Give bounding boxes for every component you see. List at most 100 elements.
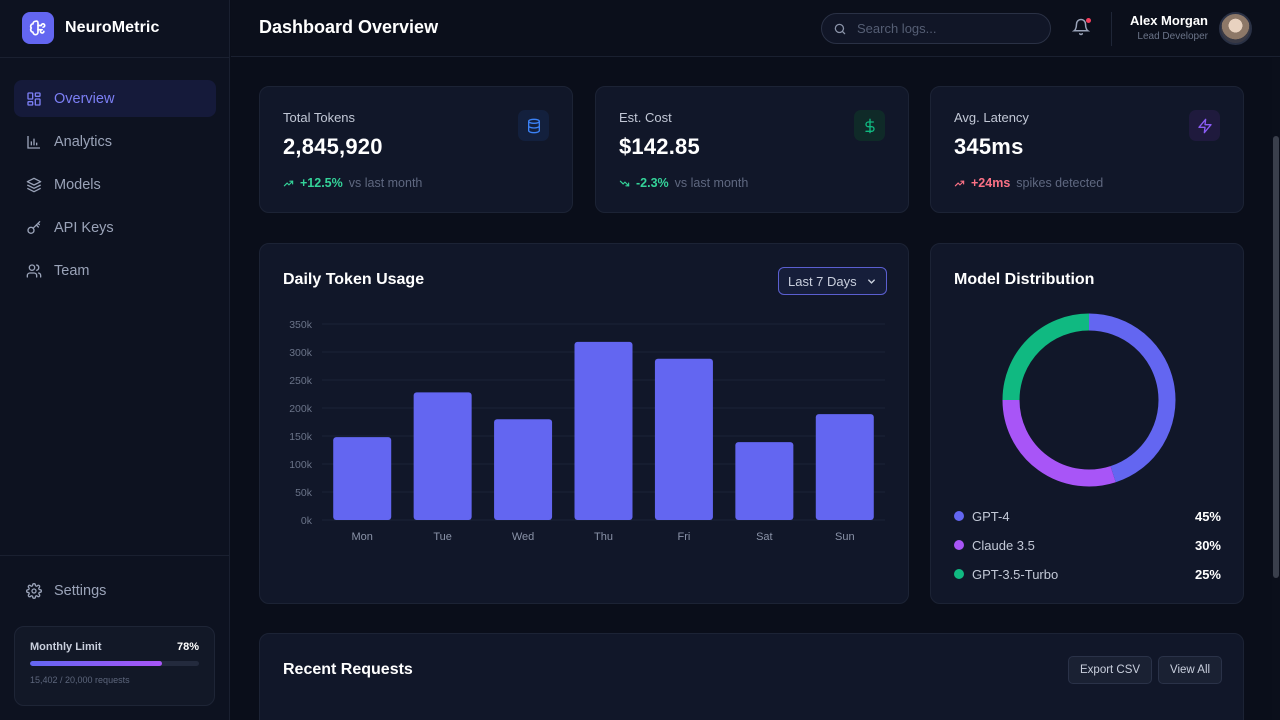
x-tick-label: Mon xyxy=(352,531,373,543)
divider xyxy=(0,57,230,58)
user-name: Alex Morgan xyxy=(1129,13,1208,28)
y-tick-label: 350k xyxy=(289,319,313,331)
sidebar: NeuroMetric Overview Analytics Models AP… xyxy=(0,0,230,720)
legend-label: GPT-3.5-Turbo xyxy=(972,566,1059,582)
trend-value: -2.3% xyxy=(636,176,669,190)
key-icon xyxy=(26,220,42,236)
sidebar-item-team[interactable]: Team xyxy=(14,252,216,289)
donut-slice-claude-3-5[interactable] xyxy=(1002,399,1116,487)
legend-dot xyxy=(954,569,964,579)
sidebar-item-analytics[interactable]: Analytics xyxy=(14,123,216,160)
legend-dot xyxy=(954,540,964,550)
x-tick-label: Tue xyxy=(433,531,452,543)
stat-trend: +12.5% vs last month xyxy=(283,176,422,190)
x-tick-label: Sun xyxy=(835,531,855,543)
database-icon xyxy=(518,110,549,141)
export-csv-button[interactable]: Export CSV xyxy=(1068,656,1153,684)
view-all-button[interactable]: View All xyxy=(1158,656,1223,684)
stat-label: Avg. Latency xyxy=(954,110,1029,125)
avatar[interactable] xyxy=(1219,12,1252,45)
grid-icon xyxy=(26,91,42,107)
trend-up-icon xyxy=(954,178,965,189)
stat-label: Est. Cost xyxy=(619,110,672,125)
bar-chart-icon xyxy=(26,134,42,150)
stat-card-avg-latency: Avg. Latency 345ms +24ms spikes detected xyxy=(930,86,1244,213)
x-tick-label: Thu xyxy=(594,531,613,543)
daily-token-usage-card: Daily Token Usage Last 7 Days 0k 50k 100k 1… xyxy=(259,243,909,604)
y-tick-label: 100k xyxy=(289,459,313,471)
legend-label: Claude 3.5 xyxy=(972,537,1035,553)
scrollbar-thumb[interactable] xyxy=(1273,136,1279,578)
top-header: Dashboard Overview Alex Morgan Lead Deve… xyxy=(231,0,1280,57)
trend-value: +12.5% xyxy=(300,176,343,190)
bar-sat[interactable] xyxy=(735,442,794,520)
legend-value: 45% xyxy=(1194,508,1221,524)
stat-trend: -2.3% vs last month xyxy=(619,176,748,190)
stat-trend: +24ms spikes detected xyxy=(954,176,1103,190)
bar-wed[interactable] xyxy=(494,419,553,520)
search-box[interactable] xyxy=(821,13,1051,44)
user-info[interactable]: Alex Morgan Lead Developer xyxy=(1130,13,1208,42)
trend-note: vs last month xyxy=(348,176,423,190)
y-tick-label: 250k xyxy=(289,375,313,387)
x-tick-label: Fri xyxy=(678,531,691,543)
stat-label: Total Tokens xyxy=(283,110,356,125)
sidebar-item-models[interactable]: Models xyxy=(14,166,216,203)
bar-sun[interactable] xyxy=(815,414,874,520)
monthly-limit-usage: 15,402 / 20,000 requests xyxy=(30,675,130,685)
stat-card-est-cost: Est. Cost $142.85 -2.3% vs last month xyxy=(595,86,909,213)
zap-icon xyxy=(1189,110,1220,141)
section-title: Recent Requests xyxy=(283,661,413,678)
bar-mon[interactable] xyxy=(333,437,392,520)
search-input[interactable] xyxy=(857,21,1037,36)
y-tick-label: 300k xyxy=(289,347,313,359)
trend-up-icon xyxy=(283,178,294,189)
sidebar-item-label: API Keys xyxy=(54,219,114,236)
monthly-limit-progress xyxy=(30,661,199,666)
sidebar-item-label: Analytics xyxy=(54,133,113,150)
search-icon xyxy=(833,22,847,36)
stat-card-total-tokens: Total Tokens 2,845,920 +12.5% vs last mo… xyxy=(259,86,573,213)
divider xyxy=(1111,12,1112,46)
user-role: Lead Developer xyxy=(1137,31,1208,42)
trend-down-icon xyxy=(619,178,630,189)
legend-item-claude-3-5: Claude 3.5 30% xyxy=(954,535,1221,555)
bar-tue[interactable] xyxy=(413,392,472,520)
model-distribution-card: Model Distribution GPT-4 45% Claude 3.5 30%… xyxy=(930,243,1244,604)
monthly-limit-percent: 78% xyxy=(176,641,199,653)
brand[interactable]: NeuroMetric xyxy=(22,12,159,44)
settings-label: Settings xyxy=(54,582,107,599)
x-tick-label: Wed xyxy=(512,531,534,543)
brain-logo-icon xyxy=(22,12,54,44)
trend-note: vs last month xyxy=(674,176,749,190)
monthly-limit-label: Monthly Limit xyxy=(30,641,102,653)
sidebar-item-label: Overview xyxy=(54,90,115,107)
layers-icon xyxy=(26,177,42,193)
bar-thu[interactable] xyxy=(574,341,633,520)
trend-value: +24ms xyxy=(971,176,1011,190)
sidebar-item-label: Team xyxy=(54,262,90,279)
x-tick-label: Sat xyxy=(756,531,773,543)
sidebar-nav: Overview Analytics Models API Keys Team xyxy=(14,80,216,295)
legend-label: GPT-4 xyxy=(972,508,1010,524)
dollar-icon xyxy=(854,110,885,141)
bar-fri[interactable] xyxy=(654,358,713,520)
notifications-button[interactable] xyxy=(1072,18,1092,38)
monthly-limit-progress-fill xyxy=(30,661,162,666)
sidebar-item-api-keys[interactable]: API Keys xyxy=(14,209,216,246)
stat-value: 2,845,920 xyxy=(283,134,383,159)
gear-icon xyxy=(26,582,42,599)
stat-value: $142.85 xyxy=(619,134,700,159)
legend-dot xyxy=(954,511,964,521)
donut-slice-gpt-3-5-turbo[interactable] xyxy=(1002,313,1090,401)
sidebar-item-settings[interactable]: Settings xyxy=(14,572,216,609)
y-tick-label: 200k xyxy=(289,403,313,415)
sidebar-item-overview[interactable]: Overview xyxy=(14,80,216,117)
donut-slice-gpt-4[interactable] xyxy=(1088,313,1176,483)
y-tick-label: 150k xyxy=(289,431,313,443)
y-tick-label: 0k xyxy=(301,515,313,527)
stat-value: 345ms xyxy=(954,134,1024,159)
users-icon xyxy=(26,263,42,279)
legend-value: 30% xyxy=(1194,537,1221,553)
daily-token-usage-chart: 0k 50k 100k 150k 200k 250k 300k 350k Mon Tue Wed Th… xyxy=(289,319,885,543)
